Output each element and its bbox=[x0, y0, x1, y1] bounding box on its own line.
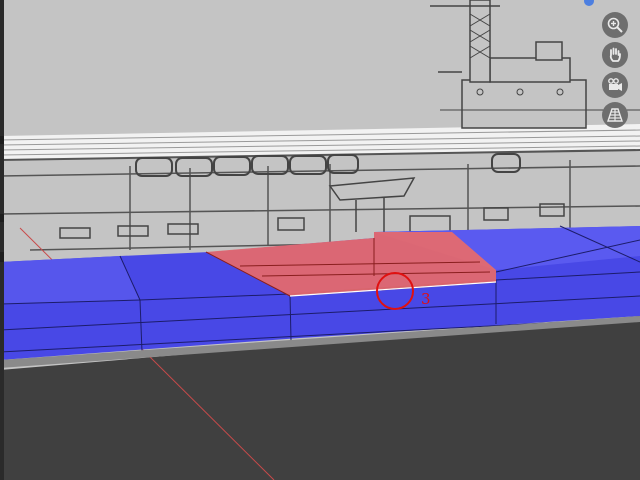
hand-icon bbox=[606, 46, 624, 64]
camera-icon bbox=[606, 76, 624, 94]
grid-perspective-icon bbox=[606, 106, 624, 124]
zoom-magnifier-icon bbox=[606, 16, 624, 34]
camera-view-button[interactable] bbox=[602, 72, 628, 98]
toolbar-divider bbox=[0, 252, 4, 262]
left-toolbar-edge bbox=[0, 0, 4, 480]
toolbar-divider bbox=[0, 214, 4, 222]
toolbar-divider bbox=[0, 136, 4, 144]
perspective-toggle-button[interactable] bbox=[602, 102, 628, 128]
pan-button[interactable] bbox=[602, 42, 628, 68]
zoom-button[interactable] bbox=[602, 12, 628, 38]
viewport-scene[interactable] bbox=[0, 0, 640, 480]
cursor-label: 3 bbox=[421, 290, 431, 308]
3d-viewport[interactable]: 3 bbox=[0, 0, 640, 480]
